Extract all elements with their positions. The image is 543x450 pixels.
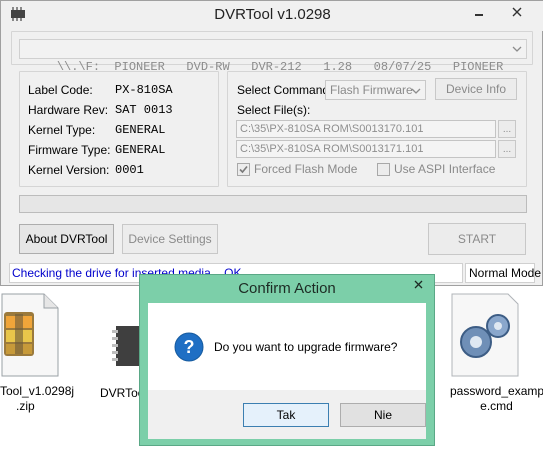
- dialog-footer: Tak Nie: [148, 390, 426, 439]
- drive-select[interactable]: \\.\F: PIONEER DVD-RW DVR-212 1.28 08/07…: [19, 39, 527, 74]
- svg-text:?: ?: [184, 337, 195, 357]
- zip-file-label-line1: Tool_v1.0298j: [0, 384, 75, 398]
- chip-icon: [112, 326, 142, 366]
- file1-input[interactable]: C:\35\PX-810SA ROM\S0013170.101: [236, 120, 496, 138]
- question-icon: ?: [174, 332, 204, 362]
- close-window-button[interactable]: [497, 1, 537, 23]
- confirm-dialog: Confirm Action ? Do you want to upgrade …: [139, 274, 435, 446]
- no-button[interactable]: Nie: [340, 403, 426, 427]
- progress-bar: [19, 195, 527, 213]
- mode-text: Normal Mode: [469, 266, 542, 280]
- cmd-file-label-line1: password_exampl: [450, 384, 543, 398]
- select-command-label: Select Command:: [237, 83, 333, 97]
- select-command-dropdown[interactable]: Flash Firmware: [325, 80, 426, 100]
- dvrtool-exe-label: DVRToo: [100, 386, 145, 400]
- chevron-down-icon: [411, 88, 421, 94]
- cmd-file-label-line2: e.cmd: [480, 399, 513, 413]
- browse-file1-button[interactable]: ...: [498, 120, 516, 138]
- start-button[interactable]: START: [428, 223, 526, 255]
- dialog-titlebar[interactable]: Confirm Action: [140, 275, 434, 303]
- checkbox-unchecked-icon: [377, 162, 390, 176]
- close-icon: [414, 280, 422, 288]
- info-value: 0001: [115, 163, 144, 177]
- dialog-title: Confirm Action: [238, 280, 336, 297]
- gears-icon: [451, 293, 519, 377]
- file2-input[interactable]: C:\35\PX-810SA ROM\S0013171.101: [236, 140, 496, 158]
- forced-flash-checkbox[interactable]: Forced Flash Mode: [237, 161, 357, 177]
- select-command-value: Flash Firmware: [330, 83, 413, 97]
- info-value: PX-810SA: [115, 83, 173, 97]
- browse-file2-button[interactable]: ...: [498, 140, 516, 158]
- mode-indicator: Normal Mode: [465, 263, 541, 283]
- minimize-icon: [475, 14, 483, 16]
- checkbox-checked-icon: [237, 162, 250, 176]
- info-label: Kernel Type:: [28, 123, 96, 137]
- info-label: Hardware Rev:: [28, 103, 109, 117]
- about-button[interactable]: About DVRTool: [19, 224, 114, 254]
- cmd-file-icon[interactable]: [448, 292, 520, 378]
- device-settings-button[interactable]: Device Settings: [122, 224, 218, 254]
- cmd-file-label: password_exampl e.cmd: [450, 384, 543, 414]
- info-label: Kernel Version:: [28, 163, 110, 177]
- window-titlebar[interactable]: DVRTool v1.0298: [1, 1, 543, 31]
- info-label: Label Code:: [28, 83, 93, 97]
- device-info-button[interactable]: Device Info: [435, 78, 517, 100]
- zip-archive-icon: [1, 293, 59, 377]
- chevron-down-icon: [512, 46, 522, 52]
- dialog-message: Do you want to upgrade firmware?: [214, 340, 398, 354]
- dvrtool-exe-icon[interactable]: [110, 320, 142, 372]
- info-value: GENERAL: [115, 123, 166, 137]
- info-value: GENERAL: [115, 143, 166, 157]
- dialog-close-button[interactable]: [407, 275, 429, 293]
- dvrtool-window: DVRTool v1.0298 \\.\F: PIONEER DVD-RW DV…: [0, 0, 543, 286]
- info-value: SAT 0013: [115, 103, 173, 117]
- select-files-label: Select File(s):: [237, 103, 311, 117]
- forced-flash-label: Forced Flash Mode: [254, 162, 358, 176]
- zip-file-label-line2: .zip: [16, 399, 35, 413]
- zip-file-icon[interactable]: [0, 290, 60, 380]
- window-title: DVRTool v1.0298: [214, 6, 331, 23]
- close-icon: [512, 7, 522, 17]
- use-aspi-checkbox[interactable]: Use ASPI Interface: [377, 161, 495, 177]
- yes-button[interactable]: Tak: [243, 403, 329, 427]
- dialog-body: ? Do you want to upgrade firmware? Tak N…: [148, 303, 426, 439]
- use-aspi-label: Use ASPI Interface: [394, 162, 496, 176]
- minimize-button[interactable]: [465, 1, 493, 23]
- info-label: Firmware Type:: [28, 143, 111, 157]
- zip-file-label: Tool_v1.0298j .zip: [0, 384, 80, 414]
